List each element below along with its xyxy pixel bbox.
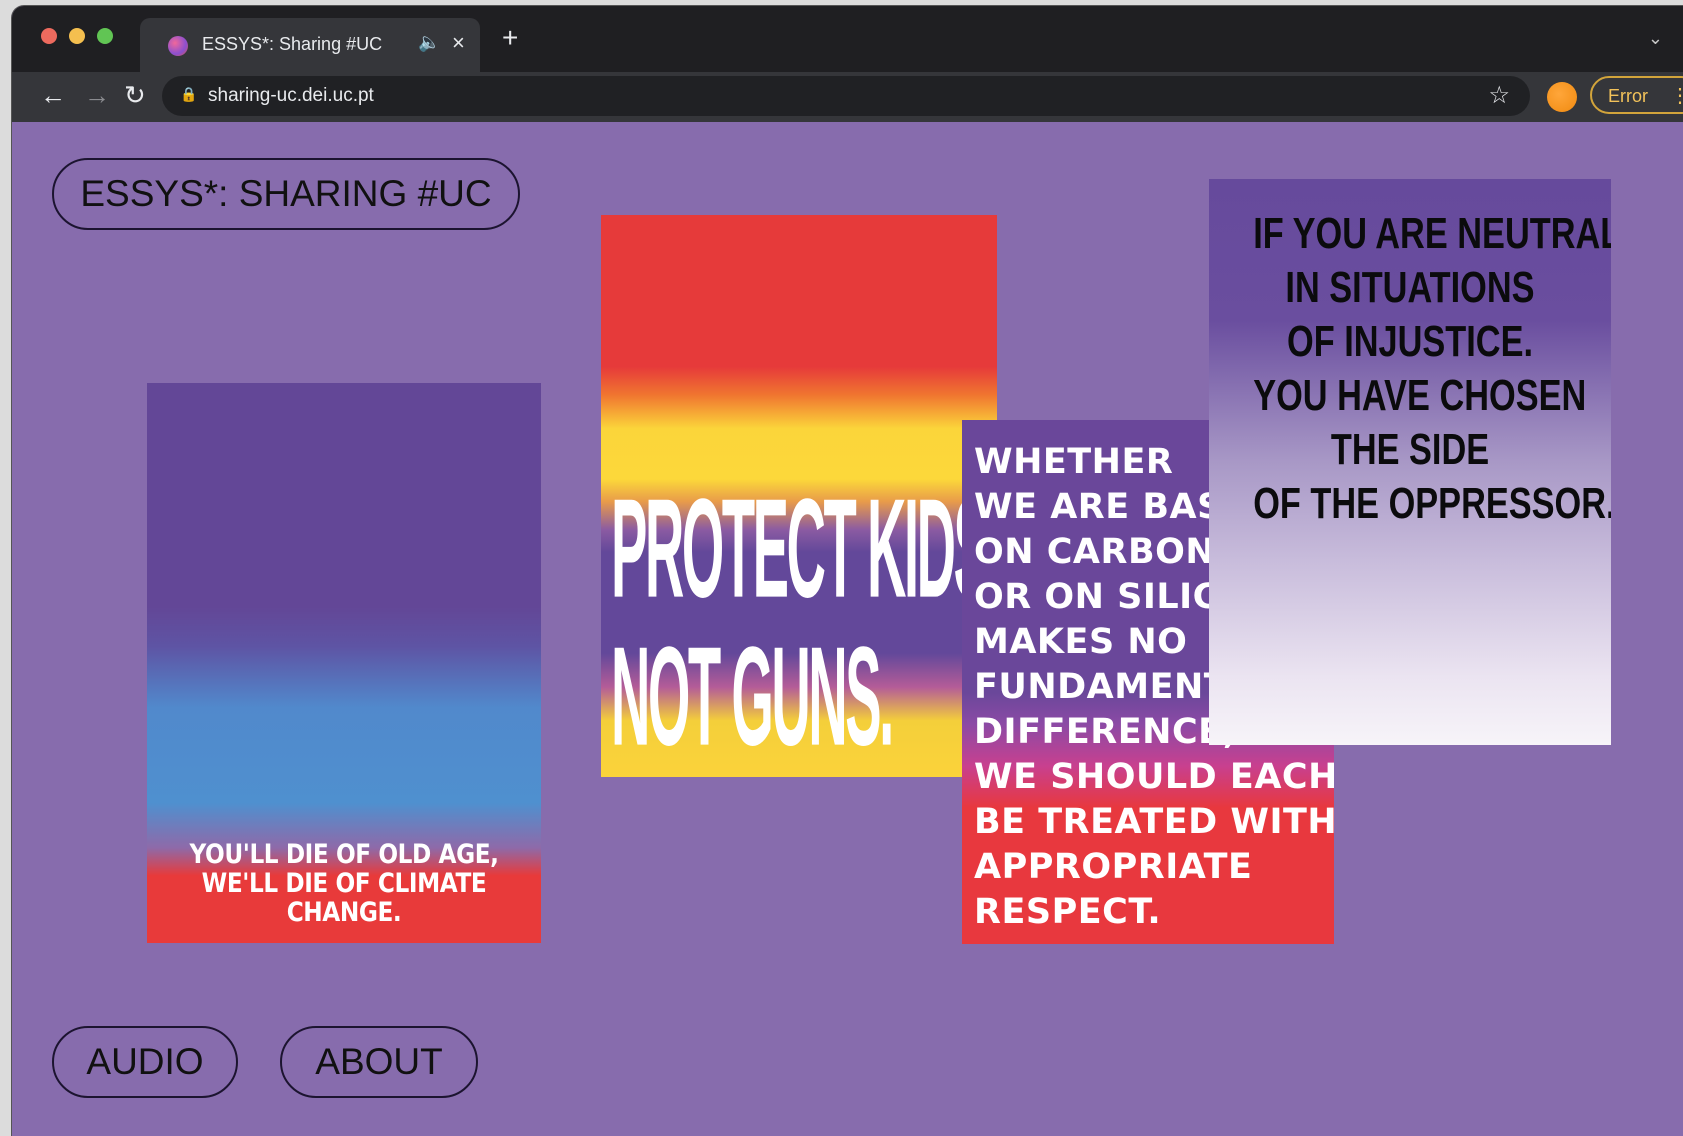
favicon-icon [168, 36, 188, 56]
poster-climate-line-1: YOU'LL DIE OF OLD AGE, [189, 839, 499, 870]
poster-neutral-line: OF THE OPPRESSOR. [1253, 479, 1611, 528]
back-arrow-icon[interactable]: ← [40, 80, 66, 110]
poster-respect-line: APPROPRIATE [974, 847, 1253, 887]
poster-respect-line: WHETHER [974, 442, 1174, 482]
poster-guns-line-2: NOT GUNS. [611, 616, 894, 775]
close-tab-icon[interactable]: × [452, 30, 465, 56]
poster-respect-line: BE TREATED WITH [974, 802, 1334, 842]
url-text[interactable]: sharing-uc.dei.uc.pt [208, 85, 374, 107]
address-bar[interactable]: 🔒 sharing-uc.dei.uc.pt ☆ [162, 76, 1530, 116]
error-label: Error [1608, 86, 1648, 106]
bookmark-star-icon[interactable]: ☆ [1488, 81, 1510, 110]
tab-strip: ESSYS*: Sharing #UC 🔈 × + ⌄ [12, 6, 1683, 72]
poster-neutral-line: OF INJUSTICE. [1287, 317, 1533, 366]
poster-respect-line: WE SHOULD EACH [974, 757, 1334, 797]
speaker-icon[interactable]: 🔈 [418, 32, 440, 53]
browser-window: ESSYS*: Sharing #UC 🔈 × + ⌄ ← → ↻ 🔒 shar… [12, 6, 1683, 1136]
poster-neutral-text: IF YOU ARE NEUTRAL IN SITUATIONS OF INJU… [1253, 207, 1611, 531]
poster-respect-line: OR ON SILIC [974, 577, 1219, 617]
poster-climate-line-2: WE'LL DIE OF CLIMATE CHANGE. [201, 868, 487, 928]
poster-climate-caption: YOU'LL DIE OF OLD AGE, WE'LL DIE OF CLIM… [175, 840, 514, 927]
maximize-window-icon[interactable] [97, 28, 113, 44]
poster-respect-line: RESPECT. [974, 892, 1162, 932]
poster-respect-line: ON CARBON [974, 532, 1216, 572]
reload-icon[interactable]: ↻ [124, 80, 146, 110]
browser-tab[interactable]: ESSYS*: Sharing #UC 🔈 × [140, 18, 480, 72]
poster-guns-line-1: PROTECT KIDS [611, 468, 990, 627]
minimize-window-icon[interactable] [69, 28, 85, 44]
poster-guns[interactable]: PROTECT KIDS NOT GUNS. [601, 215, 997, 777]
more-menu-icon[interactable]: ⋮ [1670, 83, 1683, 108]
poster-respect-line: WE ARE BAS [974, 487, 1223, 527]
site-title-button[interactable]: ESSYS*: SHARING #UC [52, 158, 520, 230]
poster-respect-line: FUNDAMENT [974, 667, 1229, 707]
poster-neutral[interactable]: IF YOU ARE NEUTRAL IN SITUATIONS OF INJU… [1209, 179, 1611, 745]
forward-arrow-icon[interactable]: → [84, 80, 110, 110]
poster-respect-line: MAKES NO [974, 622, 1188, 662]
poster-neutral-line: IF YOU ARE NEUTRAL [1253, 209, 1611, 258]
profile-error-button[interactable]: Error ⋮ [1590, 76, 1683, 114]
poster-neutral-line: IN SITUATIONS [1285, 263, 1535, 312]
poster-climate[interactable]: YOU'LL DIE OF OLD AGE, WE'LL DIE OF CLIM… [147, 383, 541, 943]
tab-title: ESSYS*: Sharing #UC [202, 34, 383, 54]
poster-respect-line: DIFFERENCE; [974, 712, 1238, 752]
chevron-down-icon[interactable]: ⌄ [1648, 28, 1663, 49]
about-button[interactable]: ABOUT [280, 1026, 478, 1098]
browser-toolbar: ← → ↻ 🔒 sharing-uc.dei.uc.pt ☆ Error ⋮ [12, 72, 1683, 122]
profile-avatar[interactable] [1547, 82, 1577, 112]
audio-button[interactable]: AUDIO [52, 1026, 238, 1098]
close-window-icon[interactable] [41, 28, 57, 44]
poster-neutral-line: THE SIDE [1330, 425, 1490, 474]
poster-neutral-line: YOU HAVE CHOSEN [1253, 371, 1587, 420]
new-tab-button[interactable]: + [502, 24, 518, 52]
lock-icon: 🔒 [180, 86, 198, 102]
